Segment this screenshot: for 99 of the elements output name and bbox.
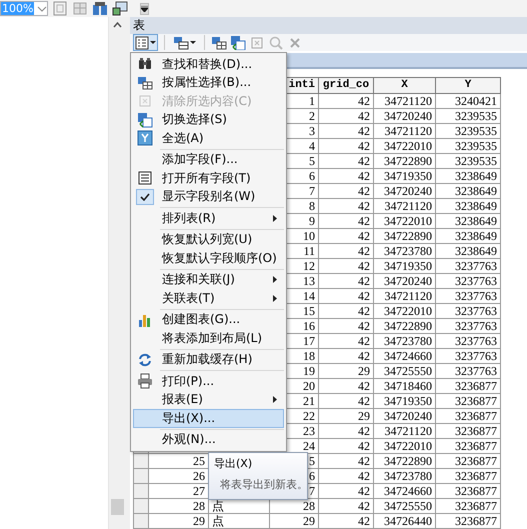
table-cell: 3236877 — [436, 378, 500, 394]
table-cell: 34720240 — [374, 408, 436, 424]
table-cell: 34721120 — [374, 124, 436, 138]
table-cell: 34722010 — [374, 214, 436, 228]
table-cell: 3237763 — [436, 304, 500, 318]
table-cell: 28 — [148, 498, 208, 514]
menu-item[interactable]: 导出(X)... — [133, 409, 284, 428]
table-cell: 42 — [318, 244, 374, 258]
table-cell: 42 — [318, 454, 374, 468]
column-header[interactable]: X — [374, 78, 436, 94]
table-cell: 34723780 — [374, 468, 436, 484]
table-cell: 3240421 — [436, 94, 500, 108]
table-cell: 3238649 — [436, 244, 500, 258]
table-cell: 29 — [148, 514, 208, 528]
table-cell: 3236877 — [436, 498, 500, 514]
table-cell: 3239535 — [436, 124, 500, 138]
table-cell: 42 — [318, 514, 374, 528]
table-cell: 34720240 — [374, 108, 436, 124]
table-cell: 3237763 — [436, 348, 500, 364]
table-cell: 34721120 — [374, 288, 436, 304]
table-cell: 3236877 — [436, 484, 500, 498]
table-cell: 42 — [318, 274, 374, 288]
table-cell: 42 — [318, 498, 374, 514]
table-cell: 34726440 — [374, 514, 436, 528]
table-cell: 34721120 — [374, 424, 436, 438]
table-cell: 42 — [318, 438, 374, 454]
table-cell: 3238649 — [436, 198, 500, 214]
table-cell: 42 — [318, 198, 374, 214]
table-cell: 3238649 — [436, 184, 500, 198]
table-cell: 29 — [318, 408, 374, 424]
menu-item[interactable]: 查找和替换(D)... — [133, 55, 284, 74]
table-cell: 3237763 — [436, 258, 500, 274]
table-cell: 34723780 — [374, 244, 436, 258]
table-cell: 42 — [318, 228, 374, 244]
table-cell: 42 — [318, 214, 374, 228]
table-cell: 42 — [318, 424, 374, 438]
table-cell: 42 — [318, 154, 374, 168]
table-cell: 42 — [318, 304, 374, 318]
table-cell: 34722010 — [374, 138, 436, 154]
column-header[interactable]: grid_co — [318, 78, 374, 94]
table-cell: 34720240 — [374, 184, 436, 198]
table-cell: 34725550 — [374, 498, 436, 514]
table-cell: 34722010 — [374, 438, 436, 454]
table-cell: 点 — [208, 514, 270, 528]
table-cell: 34722890 — [374, 154, 436, 168]
table-cell: 3236877 — [436, 454, 500, 468]
table-cell: 42 — [318, 468, 374, 484]
table-cell: 34719350 — [374, 258, 436, 274]
table-cell: 3239535 — [436, 154, 500, 168]
table-cell: 29 — [318, 364, 374, 378]
table-cell: 3237763 — [436, 364, 500, 378]
table-cell: 3237763 — [436, 274, 500, 288]
table-cell: 34724660 — [374, 484, 436, 498]
table-cell: 34721120 — [374, 94, 436, 108]
table-cell: 3236877 — [436, 514, 500, 528]
table-cell: 3236877 — [436, 468, 500, 484]
column-header[interactable]: Y — [436, 78, 500, 94]
table-cell: 34721120 — [374, 198, 436, 214]
table-cell: 34723780 — [374, 334, 436, 348]
table-cell: 29 — [270, 514, 318, 528]
table-cell: 34722890 — [374, 318, 436, 334]
table-cell: 34720240 — [374, 274, 436, 288]
table-cell: 42 — [318, 94, 374, 108]
table-cell: 3239535 — [436, 138, 500, 154]
table-cell: 42 — [318, 288, 374, 304]
table-cell: 34724660 — [374, 348, 436, 364]
table-cell: 42 — [318, 168, 374, 184]
table-cell: 42 — [318, 138, 374, 154]
table-cell: 42 — [318, 124, 374, 138]
table-cell: 3236877 — [436, 394, 500, 408]
table-cell: 3238649 — [436, 168, 500, 184]
table-cell: 3239535 — [436, 108, 500, 124]
menu-item[interactable]: 显示字段别名(W) — [133, 188, 284, 206]
table-cell: 42 — [318, 184, 374, 198]
table-cell: 42 — [318, 258, 374, 274]
table-cell: 42 — [318, 394, 374, 408]
table-cell: 3236877 — [436, 424, 500, 438]
table-cell: 3237763 — [436, 288, 500, 304]
table-cell: 42 — [318, 378, 374, 394]
table-cell: 3238649 — [436, 228, 500, 244]
tooltip-title: 导出(X) — [214, 456, 252, 471]
table-cell: 42 — [318, 108, 374, 124]
table-cell: 3236877 — [436, 438, 500, 454]
table-cell: 34725550 — [374, 364, 436, 378]
table-cell: 34718460 — [374, 378, 436, 394]
table-cell: 42 — [318, 348, 374, 364]
window-title: 表 — [133, 17, 145, 34]
table-cell: 42 — [318, 484, 374, 498]
table-cell: 34719350 — [374, 168, 436, 184]
table-cell: 3236877 — [436, 408, 500, 424]
table-cell: 3238649 — [436, 214, 500, 228]
table-cell: 34722010 — [374, 304, 436, 318]
table-cell: 3237763 — [436, 318, 500, 334]
table-cell: 34722890 — [374, 454, 436, 468]
table-cell: 34719350 — [374, 394, 436, 408]
table-cell: 3237763 — [436, 334, 500, 348]
table-cell: 42 — [318, 318, 374, 334]
table-cell: 42 — [318, 334, 374, 348]
table-cell: 34722890 — [374, 228, 436, 244]
